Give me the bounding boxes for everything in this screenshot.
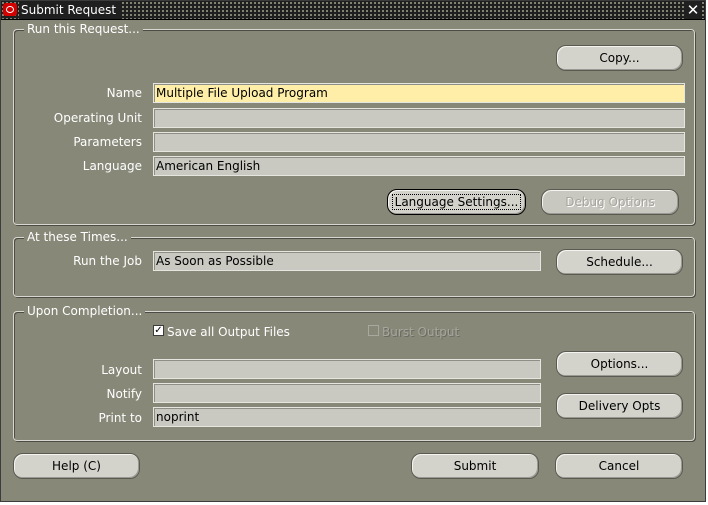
help-button[interactable]: Help (C) bbox=[13, 453, 140, 479]
burst-output-label[interactable]: Burst Output bbox=[382, 325, 459, 339]
save-output-label[interactable]: Save all Output Files bbox=[167, 325, 290, 339]
window-title: Submit Request bbox=[19, 1, 121, 19]
parameters-label: Parameters bbox=[73, 135, 142, 149]
run-request-group: Run this Request... Copy... Name Multipl… bbox=[13, 21, 695, 225]
submit-button[interactable]: Submit bbox=[411, 453, 539, 479]
notify-field[interactable] bbox=[153, 383, 541, 403]
print-to-label: Print to bbox=[98, 411, 142, 425]
copy-button[interactable]: Copy... bbox=[556, 45, 683, 71]
oracle-logo-icon bbox=[3, 3, 17, 16]
options-button[interactable]: Options... bbox=[556, 351, 683, 377]
layout-field[interactable] bbox=[153, 359, 541, 379]
parameters-field[interactable] bbox=[153, 132, 685, 152]
title-bar[interactable]: Submit Request ✕ bbox=[1, 1, 705, 20]
operating-unit-label: Operating Unit bbox=[53, 111, 142, 125]
layout-label: Layout bbox=[101, 363, 142, 377]
run-request-group-title: Run this Request... bbox=[24, 21, 143, 37]
delivery-opts-button[interactable]: Delivery Opts bbox=[556, 393, 683, 419]
times-group: At these Times... Run the Job As Soon as… bbox=[13, 229, 695, 297]
save-output-checkbox[interactable]: ✓ bbox=[153, 325, 164, 336]
run-job-label: Run the Job bbox=[73, 254, 142, 268]
operating-unit-field[interactable] bbox=[153, 108, 685, 128]
run-job-field[interactable]: As Soon as Possible bbox=[153, 251, 541, 271]
name-label: Name bbox=[106, 86, 142, 100]
language-label: Language bbox=[82, 159, 142, 173]
submit-request-window: Submit Request ✕ Run this Request... Cop… bbox=[0, 0, 706, 502]
language-settings-label: Language Settings... bbox=[391, 194, 522, 210]
name-field[interactable]: Multiple File Upload Program bbox=[153, 83, 685, 103]
close-icon[interactable]: ✕ bbox=[685, 1, 701, 19]
burst-output-checkbox[interactable] bbox=[368, 325, 379, 336]
completion-group: Upon Completion... ✓ Save all Output Fil… bbox=[13, 303, 695, 441]
schedule-button[interactable]: Schedule... bbox=[556, 249, 683, 275]
cancel-button[interactable]: Cancel bbox=[555, 453, 683, 479]
debug-options-button[interactable]: Debug Options bbox=[541, 189, 679, 215]
completion-group-title: Upon Completion... bbox=[24, 303, 146, 319]
times-group-title: At these Times... bbox=[24, 229, 131, 245]
print-to-field[interactable]: noprint bbox=[153, 407, 541, 427]
language-settings-button[interactable]: Language Settings... bbox=[387, 189, 526, 215]
notify-label: Notify bbox=[106, 387, 142, 401]
language-field[interactable]: American English bbox=[153, 156, 685, 176]
